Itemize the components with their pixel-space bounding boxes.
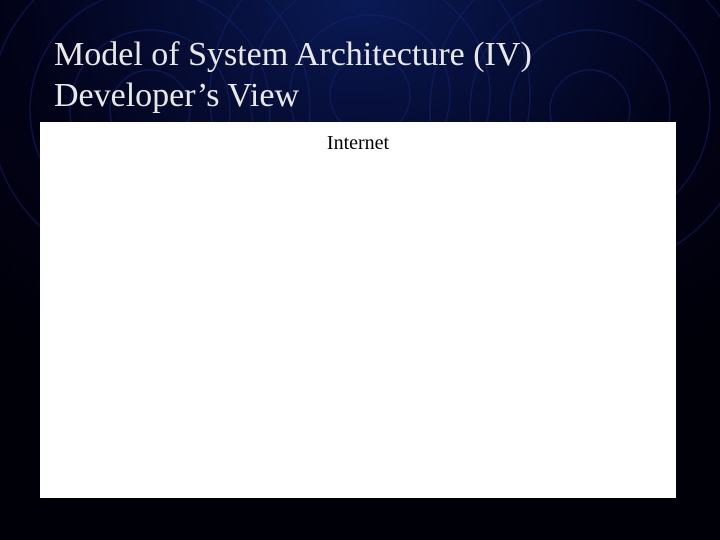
content-panel: Internet <box>40 122 676 498</box>
slide-title: Model of System Architecture (IV) Develo… <box>54 34 532 117</box>
panel-label-internet: Internet <box>327 132 389 155</box>
slide-title-line1: Model of System Architecture (IV) <box>54 34 532 75</box>
slide-title-line2: Developer’s View <box>54 75 532 116</box>
